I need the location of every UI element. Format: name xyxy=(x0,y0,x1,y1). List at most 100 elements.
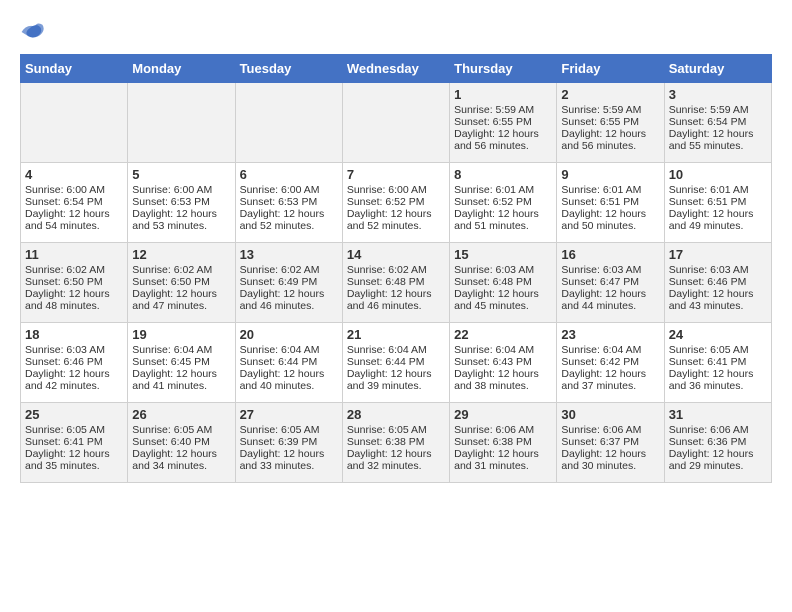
daylight-text: Daylight: 12 hours and 42 minutes. xyxy=(25,368,123,392)
calendar-cell: 30 Sunrise: 6:06 AMSunset: 6:37 PMDayligh… xyxy=(557,403,664,483)
sunrise-text: Sunrise: 6:02 AM xyxy=(347,264,445,276)
daylight-text: Daylight: 12 hours and 56 minutes. xyxy=(454,128,552,152)
sunset-text: Sunset: 6:37 PM xyxy=(561,436,659,448)
week-row-3: 18Sunrise: 6:03 AMSunset: 6:46 PMDayligh… xyxy=(21,323,772,403)
calendar-cell: 28Sunrise: 6:05 AMSunset: 6:38 PMDayligh… xyxy=(342,403,449,483)
sunset-text: Sunset: 6:54 PM xyxy=(669,116,767,128)
sunset-text: Sunset: 6:52 PM xyxy=(347,196,445,208)
day-number: 3 xyxy=(669,87,767,102)
header-thursday: Thursday xyxy=(450,55,557,83)
sunrise-text: Sunrise: 5:59 AM xyxy=(454,104,552,116)
sunrise-text: Sunrise: 6:04 AM xyxy=(132,344,230,356)
sunrise-text: Sunrise: 6:05 AM xyxy=(25,424,123,436)
header-saturday: Saturday xyxy=(664,55,771,83)
sunrise-text: Sunrise: 6:03 AM xyxy=(454,264,552,276)
daylight-text: Daylight: 12 hours and 48 minutes. xyxy=(25,288,123,312)
daylight-text: Daylight: 12 hours and 39 minutes. xyxy=(347,368,445,392)
calendar-cell: 14Sunrise: 6:02 AMSunset: 6:48 PMDayligh… xyxy=(342,243,449,323)
daylight-text: Daylight: 12 hours and 29 minutes. xyxy=(669,448,767,472)
header-wednesday: Wednesday xyxy=(342,55,449,83)
day-number: 30 xyxy=(561,407,659,422)
sunrise-text: Sunrise: 6:00 AM xyxy=(240,184,338,196)
sunset-text: Sunset: 6:55 PM xyxy=(454,116,552,128)
sunrise-text: Sunrise: 6:03 AM xyxy=(669,264,767,276)
daylight-text: Daylight: 12 hours and 46 minutes. xyxy=(347,288,445,312)
day-number: 8 xyxy=(454,167,552,182)
sunrise-text: Sunrise: 6:02 AM xyxy=(240,264,338,276)
calendar-cell: 13Sunrise: 6:02 AMSunset: 6:49 PMDayligh… xyxy=(235,243,342,323)
sunset-text: Sunset: 6:50 PM xyxy=(25,276,123,288)
day-number: 29 xyxy=(454,407,552,422)
calendar-cell: 16Sunrise: 6:03 AMSunset: 6:47 PMDayligh… xyxy=(557,243,664,323)
daylight-text: Daylight: 12 hours and 41 minutes. xyxy=(132,368,230,392)
daylight-text: Daylight: 12 hours and 55 minutes. xyxy=(669,128,767,152)
calendar-cell: 5Sunrise: 6:00 AMSunset: 6:53 PMDaylight… xyxy=(128,163,235,243)
calendar-cell: 20Sunrise: 6:04 AMSunset: 6:44 PMDayligh… xyxy=(235,323,342,403)
sunset-text: Sunset: 6:42 PM xyxy=(561,356,659,368)
week-row-1: 4Sunrise: 6:00 AMSunset: 6:54 PMDaylight… xyxy=(21,163,772,243)
sunrise-text: Sunrise: 6:04 AM xyxy=(561,344,659,356)
day-number: 7 xyxy=(347,167,445,182)
daylight-text: Daylight: 12 hours and 38 minutes. xyxy=(454,368,552,392)
daylight-text: Daylight: 12 hours and 35 minutes. xyxy=(25,448,123,472)
calendar-cell: 11Sunrise: 6:02 AMSunset: 6:50 PMDayligh… xyxy=(21,243,128,323)
day-number: 27 xyxy=(240,407,338,422)
calendar-cell: 22Sunrise: 6:04 AMSunset: 6:43 PMDayligh… xyxy=(450,323,557,403)
sunrise-text: Sunrise: 6:05 AM xyxy=(240,424,338,436)
daylight-text: Daylight: 12 hours and 36 minutes. xyxy=(669,368,767,392)
sunrise-text: Sunrise: 6:04 AM xyxy=(454,344,552,356)
sunset-text: Sunset: 6:38 PM xyxy=(347,436,445,448)
day-number: 5 xyxy=(132,167,230,182)
daylight-text: Daylight: 12 hours and 40 minutes. xyxy=(240,368,338,392)
sunrise-text: Sunrise: 6:05 AM xyxy=(347,424,445,436)
week-row-0: 1Sunrise: 5:59 AMSunset: 6:55 PMDaylight… xyxy=(21,83,772,163)
header-row: SundayMondayTuesdayWednesdayThursdayFrid… xyxy=(21,55,772,83)
week-row-4: 25Sunrise: 6:05 AMSunset: 6:41 PMDayligh… xyxy=(21,403,772,483)
sunset-text: Sunset: 6:46 PM xyxy=(669,276,767,288)
sunrise-text: Sunrise: 6:00 AM xyxy=(132,184,230,196)
calendar-cell: 9Sunrise: 6:01 AMSunset: 6:51 PMDaylight… xyxy=(557,163,664,243)
sunrise-text: Sunrise: 6:06 AM xyxy=(561,424,659,436)
daylight-text: Daylight: 12 hours and 34 minutes. xyxy=(132,448,230,472)
day-number: 31 xyxy=(669,407,767,422)
day-number: 4 xyxy=(25,167,123,182)
sunrise-text: Sunrise: 6:02 AM xyxy=(132,264,230,276)
sunrise-text: Sunrise: 6:06 AM xyxy=(669,424,767,436)
calendar-cell: 12Sunrise: 6:02 AMSunset: 6:50 PMDayligh… xyxy=(128,243,235,323)
daylight-text: Daylight: 12 hours and 49 minutes. xyxy=(669,208,767,232)
day-number: 25 xyxy=(25,407,123,422)
day-number: 2 xyxy=(561,87,659,102)
daylight-text: Daylight: 12 hours and 33 minutes. xyxy=(240,448,338,472)
sunset-text: Sunset: 6:36 PM xyxy=(669,436,767,448)
calendar-cell: 8Sunrise: 6:01 AMSunset: 6:52 PMDaylight… xyxy=(450,163,557,243)
daylight-text: Daylight: 12 hours and 45 minutes. xyxy=(454,288,552,312)
daylight-text: Daylight: 12 hours and 46 minutes. xyxy=(240,288,338,312)
sunrise-text: Sunrise: 6:04 AM xyxy=(240,344,338,356)
sunrise-text: Sunrise: 6:03 AM xyxy=(25,344,123,356)
sunrise-text: Sunrise: 5:59 AM xyxy=(669,104,767,116)
calendar-cell: 23 Sunrise: 6:04 AMSunset: 6:42 PMDayligh… xyxy=(557,323,664,403)
calendar-cell: 7Sunrise: 6:00 AMSunset: 6:52 PMDaylight… xyxy=(342,163,449,243)
sunset-text: Sunset: 6:46 PM xyxy=(25,356,123,368)
daylight-text: Daylight: 12 hours and 37 minutes. xyxy=(561,368,659,392)
daylight-text: Daylight: 12 hours and 53 minutes. xyxy=(132,208,230,232)
day-number: 17 xyxy=(669,247,767,262)
daylight-text: Daylight: 12 hours and 30 minutes. xyxy=(561,448,659,472)
sunset-text: Sunset: 6:48 PM xyxy=(454,276,552,288)
day-number: 21 xyxy=(347,327,445,342)
daylight-text: Daylight: 12 hours and 44 minutes. xyxy=(561,288,659,312)
sunrise-text: Sunrise: 6:05 AM xyxy=(132,424,230,436)
day-number: 28 xyxy=(347,407,445,422)
day-number: 20 xyxy=(240,327,338,342)
sunset-text: Sunset: 6:39 PM xyxy=(240,436,338,448)
sunset-text: Sunset: 6:38 PM xyxy=(454,436,552,448)
calendar-cell xyxy=(235,83,342,163)
day-number: 10 xyxy=(669,167,767,182)
sunset-text: Sunset: 6:44 PM xyxy=(347,356,445,368)
day-number: 23 xyxy=(561,327,659,342)
calendar-cell: 15Sunrise: 6:03 AMSunset: 6:48 PMDayligh… xyxy=(450,243,557,323)
sunset-text: Sunset: 6:45 PM xyxy=(132,356,230,368)
calendar-cell: 3 Sunrise: 5:59 AMSunset: 6:54 PMDaylight… xyxy=(664,83,771,163)
daylight-text: Daylight: 12 hours and 51 minutes. xyxy=(454,208,552,232)
calendar-cell: 25Sunrise: 6:05 AMSunset: 6:41 PMDayligh… xyxy=(21,403,128,483)
